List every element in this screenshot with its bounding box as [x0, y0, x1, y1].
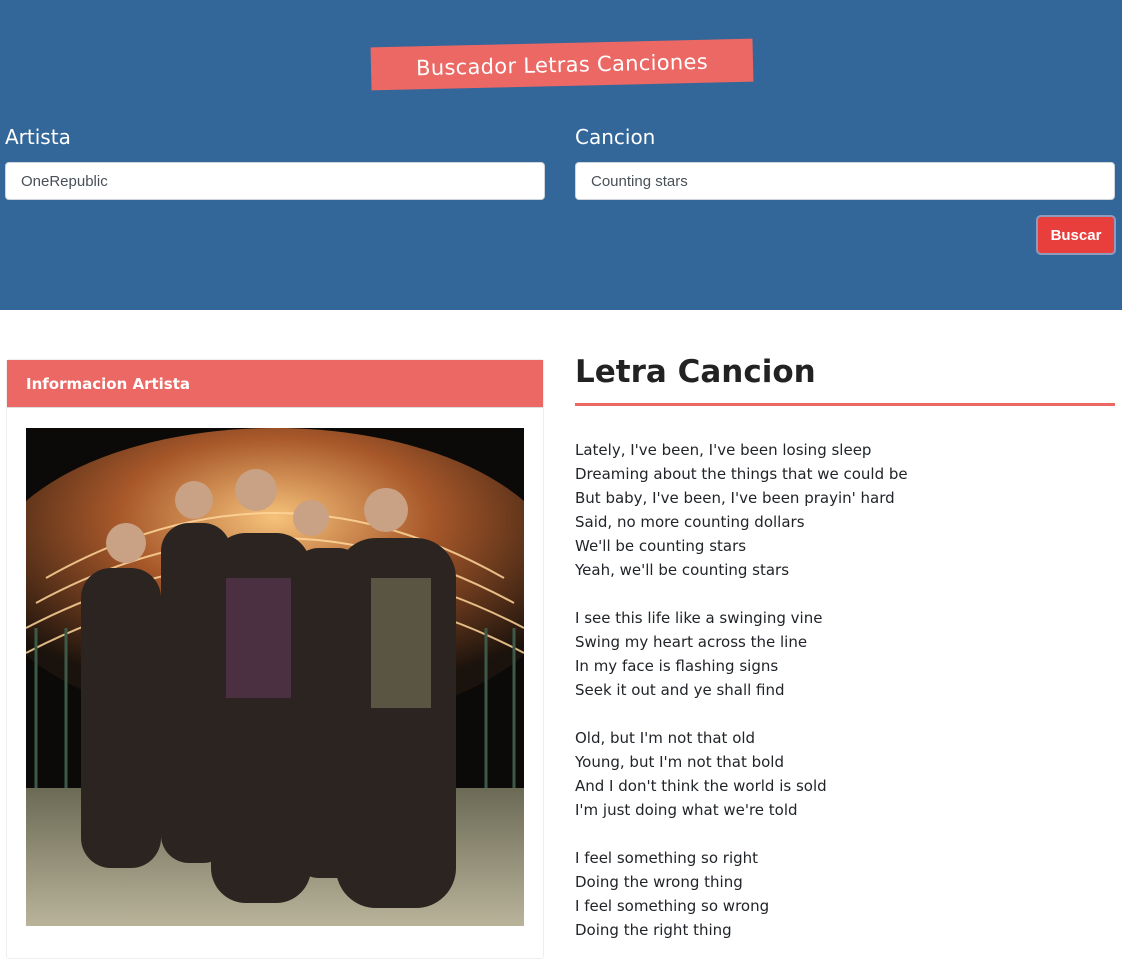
- header-section: Buscador Letras Canciones Artista Cancio…: [0, 0, 1122, 310]
- lyric-line: I'm just doing what we're told: [575, 801, 798, 819]
- song-input[interactable]: [575, 162, 1115, 200]
- band-photo-image: [26, 428, 524, 926]
- lyric-line: Said, no more counting dollars: [575, 513, 805, 531]
- lyric-line: In my face is flashing signs: [575, 657, 779, 675]
- artist-label: Artista: [5, 125, 71, 149]
- lyric-line: Seek it out and ye shall find: [575, 681, 785, 699]
- lyric-line: Swing my heart across the line: [575, 633, 808, 651]
- artist-card-title: Informacion Artista: [26, 374, 191, 393]
- artist-input[interactable]: [5, 162, 545, 200]
- app-title-badge: Buscador Letras Canciones: [370, 38, 754, 91]
- artist-card-header: Informacion Artista: [7, 360, 543, 408]
- lyric-line: I see this life like a swinging vine: [575, 609, 823, 627]
- lyric-line: I feel something so wrong: [575, 897, 770, 915]
- lyric-line: We'll be counting stars: [575, 537, 747, 555]
- lyrics-title: Letra Cancion: [575, 354, 816, 390]
- lyric-line: Doing the wrong thing: [575, 873, 743, 891]
- lyric-line: But baby, I've been, I've been prayin' h…: [575, 489, 895, 507]
- stanza-gap: [575, 582, 1115, 606]
- stanza-gap: [575, 822, 1115, 846]
- lyric-line: I feel something so right: [575, 849, 759, 867]
- lyric-line: Young, but I'm not that bold: [575, 753, 784, 771]
- lyrics-divider: [575, 403, 1115, 406]
- lyric-line: Doing the right thing: [575, 921, 732, 939]
- lyric-line: Yeah, we'll be counting stars: [575, 561, 790, 579]
- lyric-line: And I don't think the world is sold: [575, 777, 827, 795]
- stanza-gap: [575, 702, 1115, 726]
- artist-info-card: Informacion Artista: [6, 359, 544, 959]
- lyric-line: Dreaming about the things that we could …: [575, 465, 908, 483]
- lyric-line: Old, but I'm not that old: [575, 729, 756, 747]
- search-button[interactable]: Buscar: [1036, 215, 1116, 255]
- lyric-line: Lately, I've been, I've been losing slee…: [575, 441, 872, 459]
- app-title: Buscador Letras Canciones: [415, 49, 709, 80]
- artist-photo: [26, 428, 524, 926]
- lyrics-body: Lately, I've been, I've been losing slee…: [575, 438, 1115, 942]
- song-label: Cancion: [575, 125, 656, 149]
